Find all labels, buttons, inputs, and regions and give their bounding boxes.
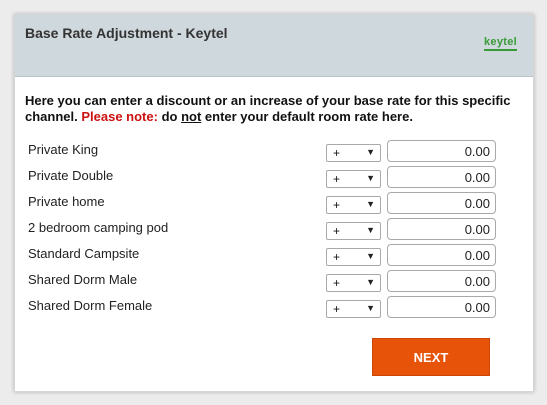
intro-underlined-not: not: [181, 109, 202, 124]
rate-input[interactable]: [387, 296, 496, 318]
rate-row: Private home + ▼: [15, 191, 533, 217]
dropdown-arrow-icon: ▼: [366, 277, 375, 287]
dropdown-arrow-icon: ▼: [366, 147, 375, 157]
rate-input[interactable]: [387, 244, 496, 266]
rate-row: Shared Dorm Female + ▼: [15, 295, 533, 321]
operator-select[interactable]: + ▼: [326, 196, 381, 214]
intro-text-end: enter your default room rate here.: [201, 109, 413, 124]
rate-rows: Private King + ▼ Private Double + ▼ Priv…: [15, 139, 533, 321]
operator-select[interactable]: + ▼: [326, 170, 381, 188]
rate-input[interactable]: [387, 140, 496, 162]
operator-value: +: [333, 172, 341, 186]
room-label: 2 bedroom camping pod: [28, 220, 169, 235]
room-label: Private home: [28, 194, 105, 209]
base-rate-dialog: Base Rate Adjustment - Keytel keytel Her…: [14, 14, 534, 392]
operator-select[interactable]: + ▼: [326, 222, 381, 240]
rate-row: Standard Campsite + ▼: [15, 243, 533, 269]
room-label: Shared Dorm Male: [28, 272, 138, 287]
dropdown-arrow-icon: ▼: [366, 173, 375, 183]
rate-input[interactable]: [387, 166, 496, 188]
rate-row: Shared Dorm Male + ▼: [15, 269, 533, 295]
operator-select[interactable]: + ▼: [326, 274, 381, 292]
rate-input[interactable]: [387, 270, 496, 292]
keytel-logo: keytel: [484, 37, 517, 51]
dropdown-arrow-icon: ▼: [366, 251, 375, 261]
operator-value: +: [333, 302, 341, 316]
operator-value: +: [333, 250, 341, 264]
intro-note-label: Please note:: [81, 109, 158, 124]
dialog-title: Base Rate Adjustment - Keytel: [25, 25, 228, 41]
intro-text: Here you can enter a discount or an incr…: [25, 93, 525, 125]
operator-select[interactable]: + ▼: [326, 300, 381, 318]
operator-select[interactable]: + ▼: [326, 248, 381, 266]
room-label: Private King: [28, 142, 99, 157]
rate-input[interactable]: [387, 218, 496, 240]
rate-input[interactable]: [387, 192, 496, 214]
operator-value: +: [333, 146, 341, 160]
operator-value: +: [333, 224, 341, 238]
operator-value: +: [333, 276, 341, 290]
rate-row: Private Double + ▼: [15, 165, 533, 191]
intro-text-after-note: do: [157, 109, 182, 124]
dropdown-arrow-icon: ▼: [366, 303, 375, 313]
dialog-header: Base Rate Adjustment - Keytel keytel: [15, 15, 533, 77]
room-label: Standard Campsite: [28, 246, 140, 261]
dropdown-arrow-icon: ▼: [366, 199, 375, 209]
operator-value: +: [333, 198, 341, 212]
next-button[interactable]: NEXT: [372, 338, 490, 376]
rate-row: 2 bedroom camping pod + ▼: [15, 217, 533, 243]
dropdown-arrow-icon: ▼: [366, 225, 375, 235]
rate-row: Private King + ▼: [15, 139, 533, 165]
room-label: Private Double: [28, 168, 114, 183]
room-label: Shared Dorm Female: [28, 298, 153, 313]
operator-select[interactable]: + ▼: [326, 144, 381, 162]
